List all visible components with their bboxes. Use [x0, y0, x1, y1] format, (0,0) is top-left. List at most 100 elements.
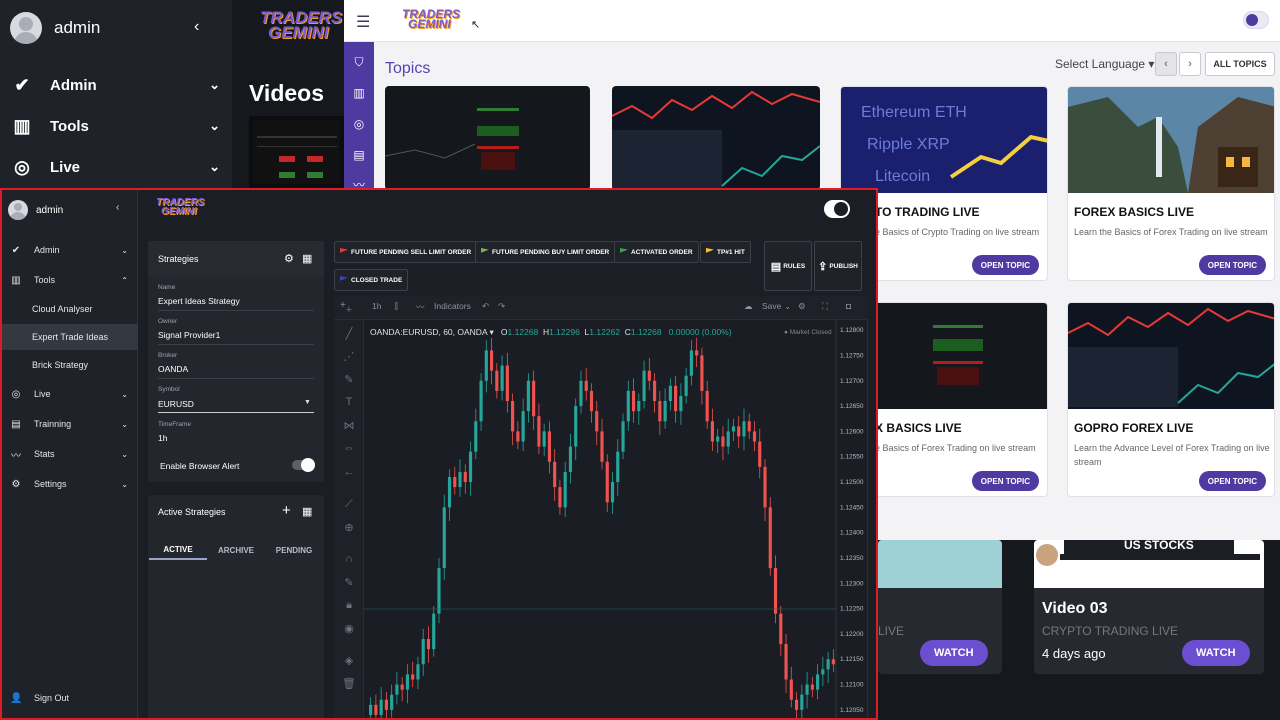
pattern-tool-icon[interactable]: ⋈: [342, 419, 356, 432]
tab-pending[interactable]: PENDING: [265, 540, 323, 560]
theme-toggle[interactable]: [824, 200, 850, 218]
undo-icon[interactable]: ↶: [482, 301, 489, 312]
topbar-logo[interactable]: TRADERS GEMINI: [402, 8, 460, 30]
trendline-tool-icon[interactable]: ╱: [342, 327, 356, 340]
prev-button[interactable]: ‹: [1155, 52, 1177, 76]
eye-icon[interactable]: ◉: [342, 622, 356, 635]
collapse-chevron-icon[interactable]: ‹: [194, 18, 199, 36]
bg-sidebar-item-tools[interactable]: ▥ Tools ⌄: [10, 111, 220, 141]
sidebar-item-cloud-analyser[interactable]: Cloud Analyser: [2, 296, 138, 322]
sidebar-item-settings[interactable]: ⚙ Settings ⌄: [2, 471, 138, 497]
arrow-left-icon[interactable]: ←: [342, 466, 356, 478]
grid-icon[interactable]: ▦: [302, 252, 312, 265]
legend-tp1-button[interactable]: TP#1 HIT: [700, 241, 751, 263]
background-logo[interactable]: TRADERS GEMINI: [260, 9, 342, 41]
caret-down-icon[interactable]: ▼: [304, 399, 311, 406]
rules-button[interactable]: ▤ RULES: [764, 241, 812, 291]
sidebar-item-tools[interactable]: ▥ Tools ⌃: [2, 267, 138, 293]
brush-tool-icon[interactable]: ✎: [342, 373, 356, 386]
tab-archive[interactable]: ARCHIVE: [207, 540, 265, 560]
broadcast-icon[interactable]: ◎: [349, 117, 369, 131]
all-topics-button[interactable]: ALL TOPICS: [1205, 52, 1275, 76]
ruler-tool-icon[interactable]: ⟋: [342, 498, 356, 511]
crosshair-tool-icon[interactable]: +: [342, 304, 356, 316]
bar-chart-icon[interactable]: ▥: [349, 86, 369, 100]
select-language-dropdown[interactable]: Select Language ▾: [1055, 57, 1154, 71]
sidebar-item-trainning[interactable]: ▤ Trainning ⌄: [2, 411, 138, 437]
browser-alert-toggle[interactable]: [292, 458, 315, 472]
app-logo[interactable]: TRADERS GEMINI: [156, 198, 204, 217]
sidebar-item-brick-strategy[interactable]: Brick Strategy: [2, 352, 138, 378]
legend-buy-limit-button[interactable]: FUTURE PENDING BUY LIMIT ORDER: [475, 241, 616, 263]
topic-card[interactable]: FOREX BASICS LIVE Learn the Basics of Fo…: [1067, 86, 1275, 281]
open-topic-button[interactable]: OPEN TOPIC: [1198, 255, 1266, 275]
svg-text:Ripple XRP: Ripple XRP: [867, 136, 950, 153]
fib-tool-icon[interactable]: ⋰: [342, 350, 356, 363]
candle-body: [421, 638, 425, 665]
open-topic-button[interactable]: OPEN TOPIC: [971, 471, 1039, 491]
candlestick-chart[interactable]: 1.12800 1.12750 1.12700 1.12650 1.12600 1.125…: [364, 320, 868, 720]
topic-card-image[interactable]: [385, 86, 590, 190]
measure-tool-icon[interactable]: ⇔: [342, 442, 356, 454]
fullscreen-icon[interactable]: ⛶: [822, 301, 828, 312]
strategies-panel: [148, 241, 324, 482]
sidebar-item-expert-trade-ideas[interactable]: Expert Trade Ideas: [2, 324, 138, 350]
indicators-button[interactable]: Indicators: [434, 301, 471, 311]
sidebar-item-admin[interactable]: ✔ Admin ⌄: [2, 237, 138, 263]
hamburger-menu-icon[interactable]: ☰: [356, 12, 370, 32]
video-thumbnail[interactable]: [249, 116, 344, 188]
video-card[interactable]: US STOCKS Video 03 CRYPTO TRADING LIVE 4…: [1034, 540, 1264, 674]
legend-sell-limit-button[interactable]: FUTURE PENDING SELL LIMIT ORDER: [334, 241, 478, 263]
bg-sidebar-item-live[interactable]: ◎ Live ⌄: [10, 152, 220, 182]
trash-icon[interactable]: 🗑︎: [342, 677, 356, 690]
inbox-icon[interactable]: ▤: [349, 148, 369, 162]
lock-drawing-icon[interactable]: ✎: [342, 576, 356, 589]
add-icon[interactable]: +: [282, 502, 291, 519]
text-tool-icon[interactable]: T: [342, 396, 356, 408]
sign-out-button[interactable]: 👤 Sign Out: [2, 685, 138, 711]
redo-icon[interactable]: ↷: [498, 301, 505, 312]
broker-field[interactable]: OANDA: [158, 364, 188, 374]
owner-field[interactable]: Signal Provider1: [158, 330, 220, 340]
candle-type-icon[interactable]: ⫿: [395, 301, 398, 312]
collapse-chevron-icon[interactable]: ‹: [116, 202, 119, 213]
background-user[interactable]: admin: [10, 12, 100, 44]
bg-sidebar-item-admin[interactable]: ✔ Admin ⌄: [10, 70, 220, 100]
zoom-in-icon[interactable]: ⊕: [342, 521, 356, 534]
legend-activated-button[interactable]: ACTIVATED ORDER: [614, 241, 699, 263]
legend-closed-trade-button[interactable]: CLOSED TRADE: [334, 269, 409, 291]
topic-card[interactable]: GOPRO FOREX LIVE Learn the Advance Level…: [1067, 302, 1275, 497]
open-topic-button[interactable]: OPEN TOPIC: [971, 255, 1039, 275]
publish-button[interactable]: ⇪ PUBLISH: [814, 241, 862, 291]
symbol-select[interactable]: EURUSD: [158, 399, 194, 409]
strategy-name-field[interactable]: Expert Ideas Strategy: [158, 296, 240, 306]
shield-check-icon[interactable]: ⛉: [349, 55, 369, 70]
open-topic-button[interactable]: OPEN TOPIC: [1198, 471, 1266, 491]
candle-body: [568, 446, 573, 472]
layers-icon[interactable]: ◈: [342, 654, 356, 667]
grid-icon[interactable]: ▦: [302, 505, 312, 518]
open-value: 1.12268: [507, 327, 539, 337]
timeframe-field[interactable]: 1h: [158, 433, 167, 443]
watch-button[interactable]: WATCH: [920, 640, 988, 666]
theme-toggle[interactable]: [1243, 11, 1269, 29]
app-user[interactable]: admin: [8, 200, 63, 220]
next-button[interactable]: ›: [1179, 52, 1201, 76]
watch-button[interactable]: WATCH: [1182, 640, 1250, 666]
sidebar-item-stats[interactable]: 〰 Stats ⌄: [2, 441, 138, 467]
settings-gear-icon[interactable]: ⚙: [798, 301, 806, 312]
candle-body: [742, 421, 746, 437]
magnet-icon[interactable]: ∩: [342, 553, 356, 565]
top-navbar: [344, 0, 1280, 42]
camera-icon[interactable]: ◘: [846, 301, 851, 311]
topic-card-image[interactable]: [612, 86, 820, 190]
lock-icon[interactable]: 🔒︎: [342, 599, 356, 612]
interval-selector[interactable]: 1h: [372, 301, 381, 311]
save-button[interactable]: Save: [762, 301, 781, 311]
chart-symbol[interactable]: OANDA:EURUSD, 60, OANDA ▾: [370, 327, 494, 337]
tab-active[interactable]: ACTIVE: [149, 540, 207, 560]
sidebar-item-live[interactable]: ◎ Live ⌄: [2, 381, 138, 407]
chevron-down-icon[interactable]: ⌄: [784, 301, 791, 312]
video-card[interactable]: LIVE WATCH: [878, 540, 1002, 674]
gear-icon[interactable]: ⚙: [284, 252, 294, 265]
